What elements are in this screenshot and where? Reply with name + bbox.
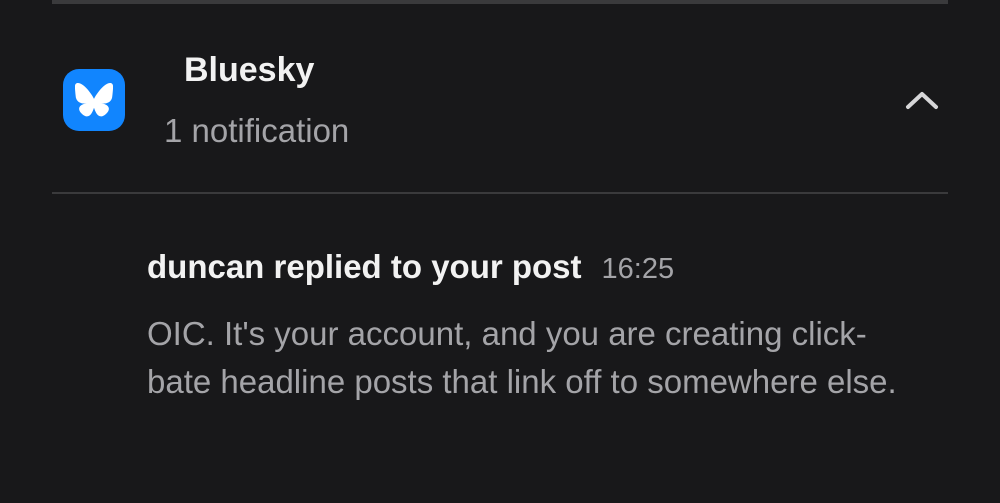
notification-item[interactable]: duncan replied to your post 16:25 OIC. I…: [147, 246, 947, 406]
app-name: Bluesky: [184, 51, 315, 89]
notification-count: 1 notification: [164, 112, 350, 149]
divider: [52, 192, 948, 194]
notification-title: duncan replied to your post: [147, 248, 582, 285]
notification-header: duncan replied to your post 16:25: [147, 246, 947, 290]
divider: [52, 0, 948, 4]
notification-text: OIC. It's your account, and you are crea…: [147, 315, 897, 400]
chevron-up-icon: [906, 92, 938, 109]
butterfly-icon: [75, 83, 113, 117]
notification-panel: Bluesky 1 notification duncan replied to…: [0, 0, 1000, 503]
bluesky-butterfly-icon[interactable]: [63, 69, 125, 131]
notification-time: 16:25: [601, 253, 675, 285]
collapse-button[interactable]: [898, 80, 946, 120]
